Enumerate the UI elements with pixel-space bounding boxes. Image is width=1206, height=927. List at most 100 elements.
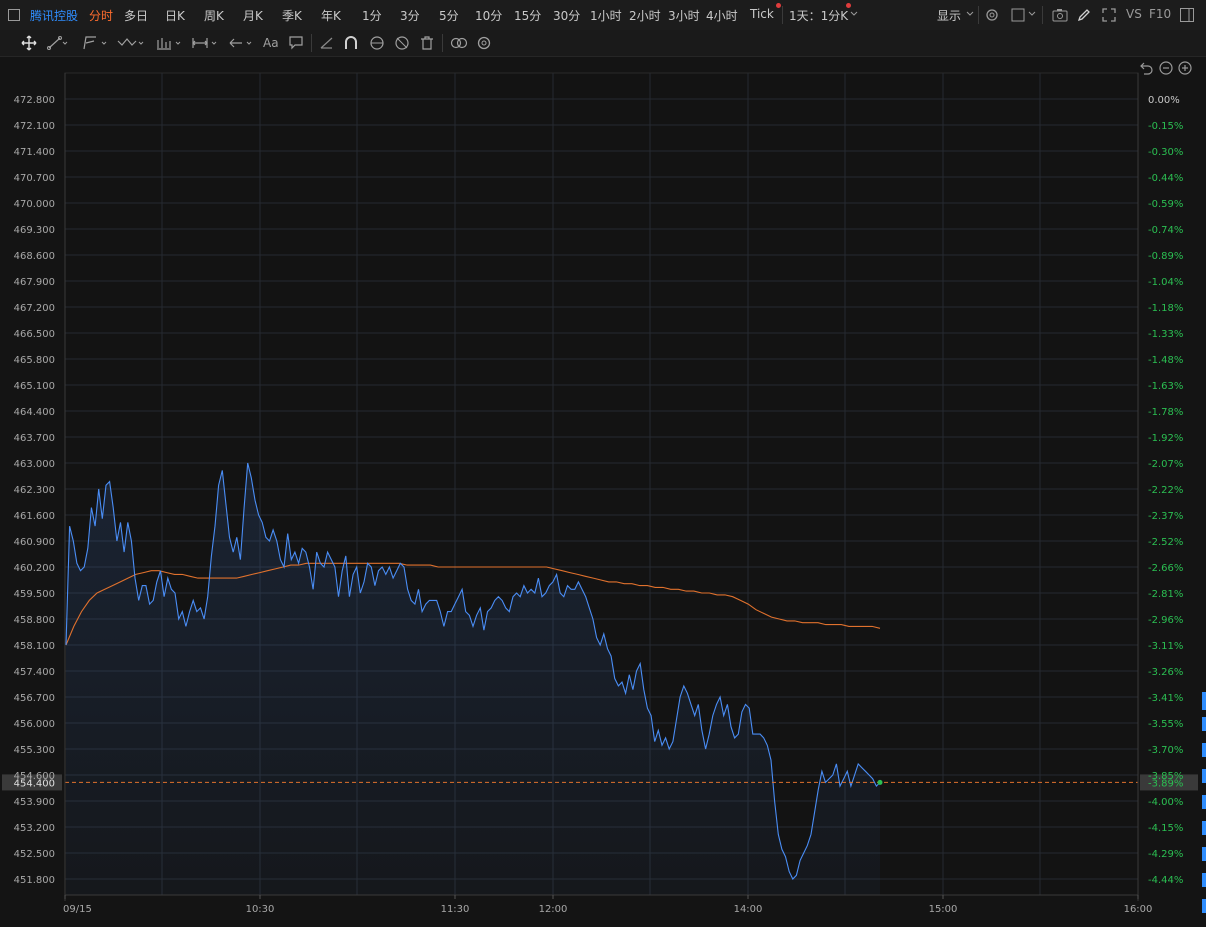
x-tick-label: 09/15 [63,904,92,915]
angle-icon[interactable] [320,35,334,51]
y-tick-label: 472.800 [14,95,55,106]
timeframe-tab[interactable]: 2小时 [629,7,661,24]
camera-icon[interactable] [1052,8,1068,22]
y-tick-label-percent: -0.44% [1148,173,1183,184]
chevron-down-icon[interactable] [1028,11,1036,17]
timeframe-tab[interactable]: Tick [750,7,774,21]
period-select[interactable]: 1天：1分K [789,7,848,24]
y-tick-label: 455.300 [14,745,55,756]
trash-icon[interactable] [420,35,434,51]
timeframe-tab[interactable]: 分时 [89,7,113,24]
y-tick-label: 470.700 [14,173,55,184]
timeframe-tab[interactable]: 3小时 [668,7,700,24]
y-tick-label: 458.100 [14,641,55,652]
y-tick-label-percent: -4.29% [1148,849,1183,860]
f10-button[interactable]: F10 [1149,7,1171,21]
timeframe-tab[interactable]: 年K [321,7,341,24]
y-tick-label: 460.200 [14,563,55,574]
timeframe-tab[interactable]: 30分 [553,7,580,24]
timeframe-tab[interactable]: 4小时 [706,7,738,24]
timeframe-tab[interactable]: 月K [243,7,263,24]
y-tick-label-percent: -0.15% [1148,121,1183,132]
y-tick-label-percent: -4.15% [1148,823,1183,834]
y-tick-label-percent: -1.92% [1148,433,1183,444]
y-tick-label-percent: -3.85% [1148,771,1183,782]
timeframe-tab[interactable]: 10分 [475,7,502,24]
timeframe-tab[interactable]: 季K [282,7,302,24]
measure-tool-icon[interactable] [191,35,221,51]
vs-button[interactable]: VS [1126,7,1142,21]
timeframe-tab[interactable]: 日K [165,7,185,24]
y-tick-label: 471.400 [14,147,55,158]
y-tick-label: 470.000 [14,199,55,210]
fullscreen-icon[interactable] [1102,8,1116,22]
y-tick-label-percent: -4.00% [1148,797,1183,808]
text-tool-icon[interactable]: Aa [263,36,279,50]
y-tick-label-percent: -1.04% [1148,277,1183,288]
y-tick-label-percent: -2.96% [1148,615,1183,626]
y-tick-label-percent: -2.37% [1148,511,1183,522]
pattern-tool-icon[interactable] [155,35,185,51]
lock-icon[interactable] [369,35,385,51]
channel-tool-icon[interactable] [82,35,110,51]
layout-icon[interactable] [1011,8,1025,22]
y-tick-label-percent: -2.52% [1148,537,1183,548]
y-tick-label-percent: -2.81% [1148,589,1183,600]
chart-area[interactable]: 454.400 -3.89% 472.800 472.100 471.400 470.7… [0,57,1206,927]
sidebar-toggle-icon[interactable] [1180,8,1194,22]
y-tick-label-percent: -2.22% [1148,485,1183,496]
chevron-down-icon[interactable] [850,11,858,17]
timeframe-tab[interactable]: 1小时 [590,7,622,24]
pencil-icon[interactable] [1077,8,1091,22]
zoom-in-icon[interactable] [1178,61,1192,75]
line-tool-icon[interactable] [47,35,69,51]
y-tick-label-percent: -2.07% [1148,459,1183,470]
x-axis: 09/15 10:30 11:30 12:00 14:00 15:00 16:00 [63,894,1152,915]
y-tick-label: 461.600 [14,511,55,522]
x-tick-label: 10:30 [246,904,275,915]
timeframe-tab[interactable]: 1分 [362,7,382,24]
x-tick-label: 11:30 [441,904,470,915]
y-tick-label-percent: -1.78% [1148,407,1183,418]
move-icon[interactable] [21,35,37,51]
y-tick-label-percent: -0.74% [1148,225,1183,236]
timeframe-tab[interactable]: 3分 [400,7,420,24]
x-tick-label: 12:00 [539,904,568,915]
top-bar: 腾讯控股 分时 多日 日K 周K 月K 季K 年K 1分 3分 5分 10分 15分 30分 1小时 2小时… [0,0,1206,31]
wave-tool-icon[interactable] [117,35,147,51]
timeframe-tab[interactable]: 周K [204,7,224,24]
drawing-toolbar: Aa [0,30,1206,57]
arrow-tool-icon[interactable] [228,35,258,51]
y-tick-label-percent: -3.70% [1148,745,1183,756]
chevron-down-icon[interactable] [966,11,974,17]
panel-toggle-icon[interactable] [8,9,20,21]
magnet-icon[interactable] [344,35,358,51]
timeframe-tab[interactable]: 5分 [439,7,459,24]
y-tick-label: 457.400 [14,667,55,678]
comment-icon[interactable] [289,35,303,51]
symbol-name[interactable]: 腾讯控股 [30,7,78,24]
y-tick-label: 463.700 [14,433,55,444]
y-tick-label: 462.300 [14,485,55,496]
hide-icon[interactable] [394,35,410,51]
chart-controls[interactable] [1140,61,1192,75]
zoom-out-icon[interactable] [1159,61,1173,75]
y-tick-label: 459.500 [14,589,55,600]
side-scroll-marker[interactable] [1202,717,1206,917]
display-menu[interactable]: 显示 [937,7,961,24]
timeframe-tab[interactable]: 多日 [124,7,148,24]
y-tick-label-percent: -4.44% [1148,875,1183,886]
y-tick-label: 453.900 [14,797,55,808]
y-tick-label-percent: -1.18% [1148,303,1183,314]
y-tick-label: 469.300 [14,225,55,236]
link-icon[interactable] [450,35,468,51]
settings-icon[interactable] [476,35,492,51]
new-badge-dot [846,3,851,8]
x-tick-label: 15:00 [929,904,958,915]
side-scroll-marker[interactable] [1202,692,1206,710]
timeframe-tab[interactable]: 15分 [514,7,541,24]
intraday-chart[interactable]: 454.400 -3.89% 472.800472.100471.400470.7… [0,57,1206,927]
y-tick-label-percent: -1.63% [1148,381,1183,392]
undo-icon[interactable] [1140,62,1153,75]
gear-icon[interactable] [985,8,999,22]
